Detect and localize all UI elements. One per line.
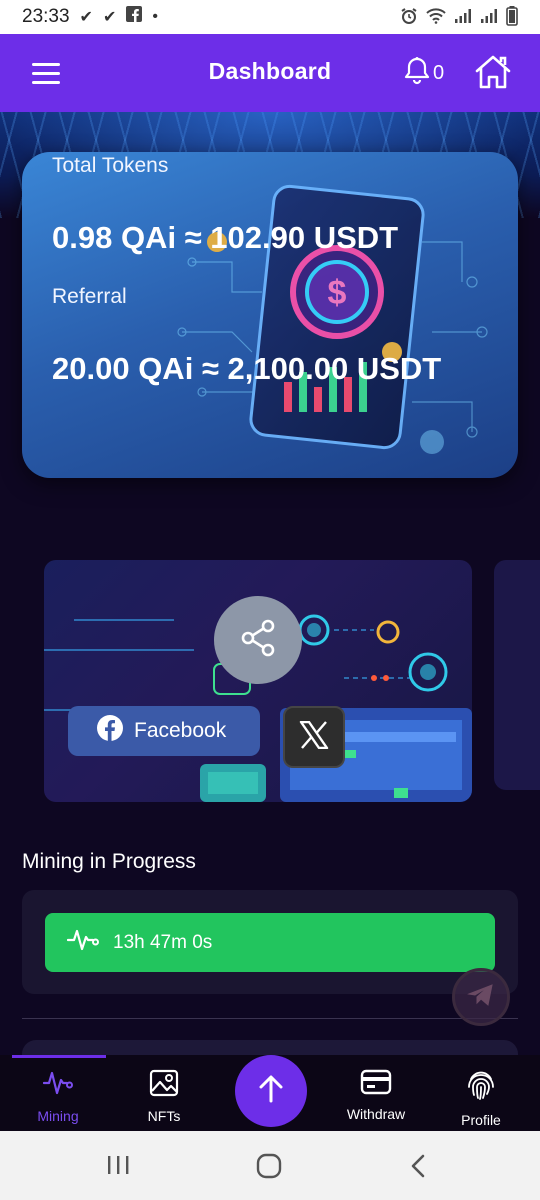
- arrow-up-icon: [257, 1074, 285, 1109]
- mining-timer-value: 13h 47m 0s: [113, 931, 213, 953]
- check-icon: ✔: [79, 9, 93, 26]
- nav-label: Profile: [461, 1112, 501, 1128]
- app-bar: Dashboard 0: [0, 34, 540, 112]
- x-logo-icon: [299, 720, 329, 754]
- svg-text:$: $: [328, 274, 347, 312]
- facebook-label: Facebook: [134, 719, 227, 742]
- share-facebook-button[interactable]: Facebook: [68, 706, 260, 756]
- wifi-icon: [426, 7, 446, 27]
- battery-icon: [506, 5, 518, 29]
- circle-home-icon: [256, 1153, 282, 1183]
- bell-icon: [404, 56, 430, 91]
- nav-item-nfts[interactable]: NFTs: [114, 1069, 214, 1124]
- total-tokens-value: 0.98 QAi ≈ 102.90 USDT: [52, 220, 399, 255]
- next-banner-peek[interactable]: [494, 560, 540, 790]
- recent-apps-icon: [106, 1156, 130, 1181]
- notifications-button[interactable]: 0: [404, 56, 444, 91]
- telegram-icon: [467, 983, 495, 1012]
- check-icon: ✔: [102, 9, 117, 26]
- upload-fab-button[interactable]: [235, 1055, 307, 1127]
- active-tab-indicator: [12, 1055, 106, 1058]
- referral-label: Referral: [52, 285, 127, 308]
- facebook-icon: [96, 714, 124, 748]
- system-navigation-bar: [0, 1131, 540, 1200]
- token-summary-card: $ Total Tokens 0.98 QAi ≈ 102.90 USDT Re…: [22, 152, 518, 478]
- mining-section-title: Mining in Progress: [22, 850, 196, 873]
- pulse-icon: [66, 927, 99, 959]
- page-title: Dashboard: [208, 58, 332, 84]
- referral-value: 20.00 QAi ≈ 2,100.00 USDT: [52, 351, 442, 386]
- nav-item-mining[interactable]: Mining: [8, 1069, 108, 1124]
- status-time: 23:33: [22, 6, 70, 27]
- nav-item-withdraw[interactable]: Withdraw: [326, 1069, 426, 1122]
- status-bar: 23:33 ✔ ✔ •: [0, 0, 540, 34]
- notification-count: 0: [433, 62, 445, 84]
- total-tokens-label: Total Tokens: [52, 154, 169, 177]
- home-button[interactable]: [474, 54, 512, 95]
- signal-icon: [454, 8, 472, 26]
- system-home-button[interactable]: [256, 1153, 282, 1184]
- nav-label: Mining: [37, 1108, 79, 1124]
- system-back-button[interactable]: [408, 1153, 428, 1184]
- app-screen: 23:33 ✔ ✔ • Dashboard 0 $ Total Tokens 0…: [0, 0, 540, 1200]
- image-icon: [149, 1069, 179, 1102]
- share-button[interactable]: [214, 596, 302, 684]
- recent-apps-button[interactable]: [106, 1153, 130, 1182]
- section-divider: [22, 1018, 518, 1019]
- mining-timer-button[interactable]: 13h 47m 0s: [45, 913, 495, 972]
- fingerprint-icon: [466, 1069, 496, 1106]
- card-icon: [360, 1069, 392, 1100]
- nav-label: Withdraw: [346, 1106, 406, 1122]
- pulse-icon: [42, 1069, 73, 1102]
- home-icon: [474, 55, 512, 94]
- signal-icon: [480, 8, 498, 26]
- nav-item-profile[interactable]: Profile: [431, 1069, 531, 1128]
- dot-icon: •: [152, 8, 158, 25]
- share-x-button[interactable]: [283, 706, 345, 768]
- nav-label: NFTs: [147, 1108, 181, 1124]
- facebook-icon: [126, 6, 143, 28]
- share-icon: [238, 618, 278, 663]
- telegram-button[interactable]: [452, 968, 510, 1026]
- alarm-icon: [400, 7, 418, 28]
- back-chevron-icon: [408, 1154, 428, 1183]
